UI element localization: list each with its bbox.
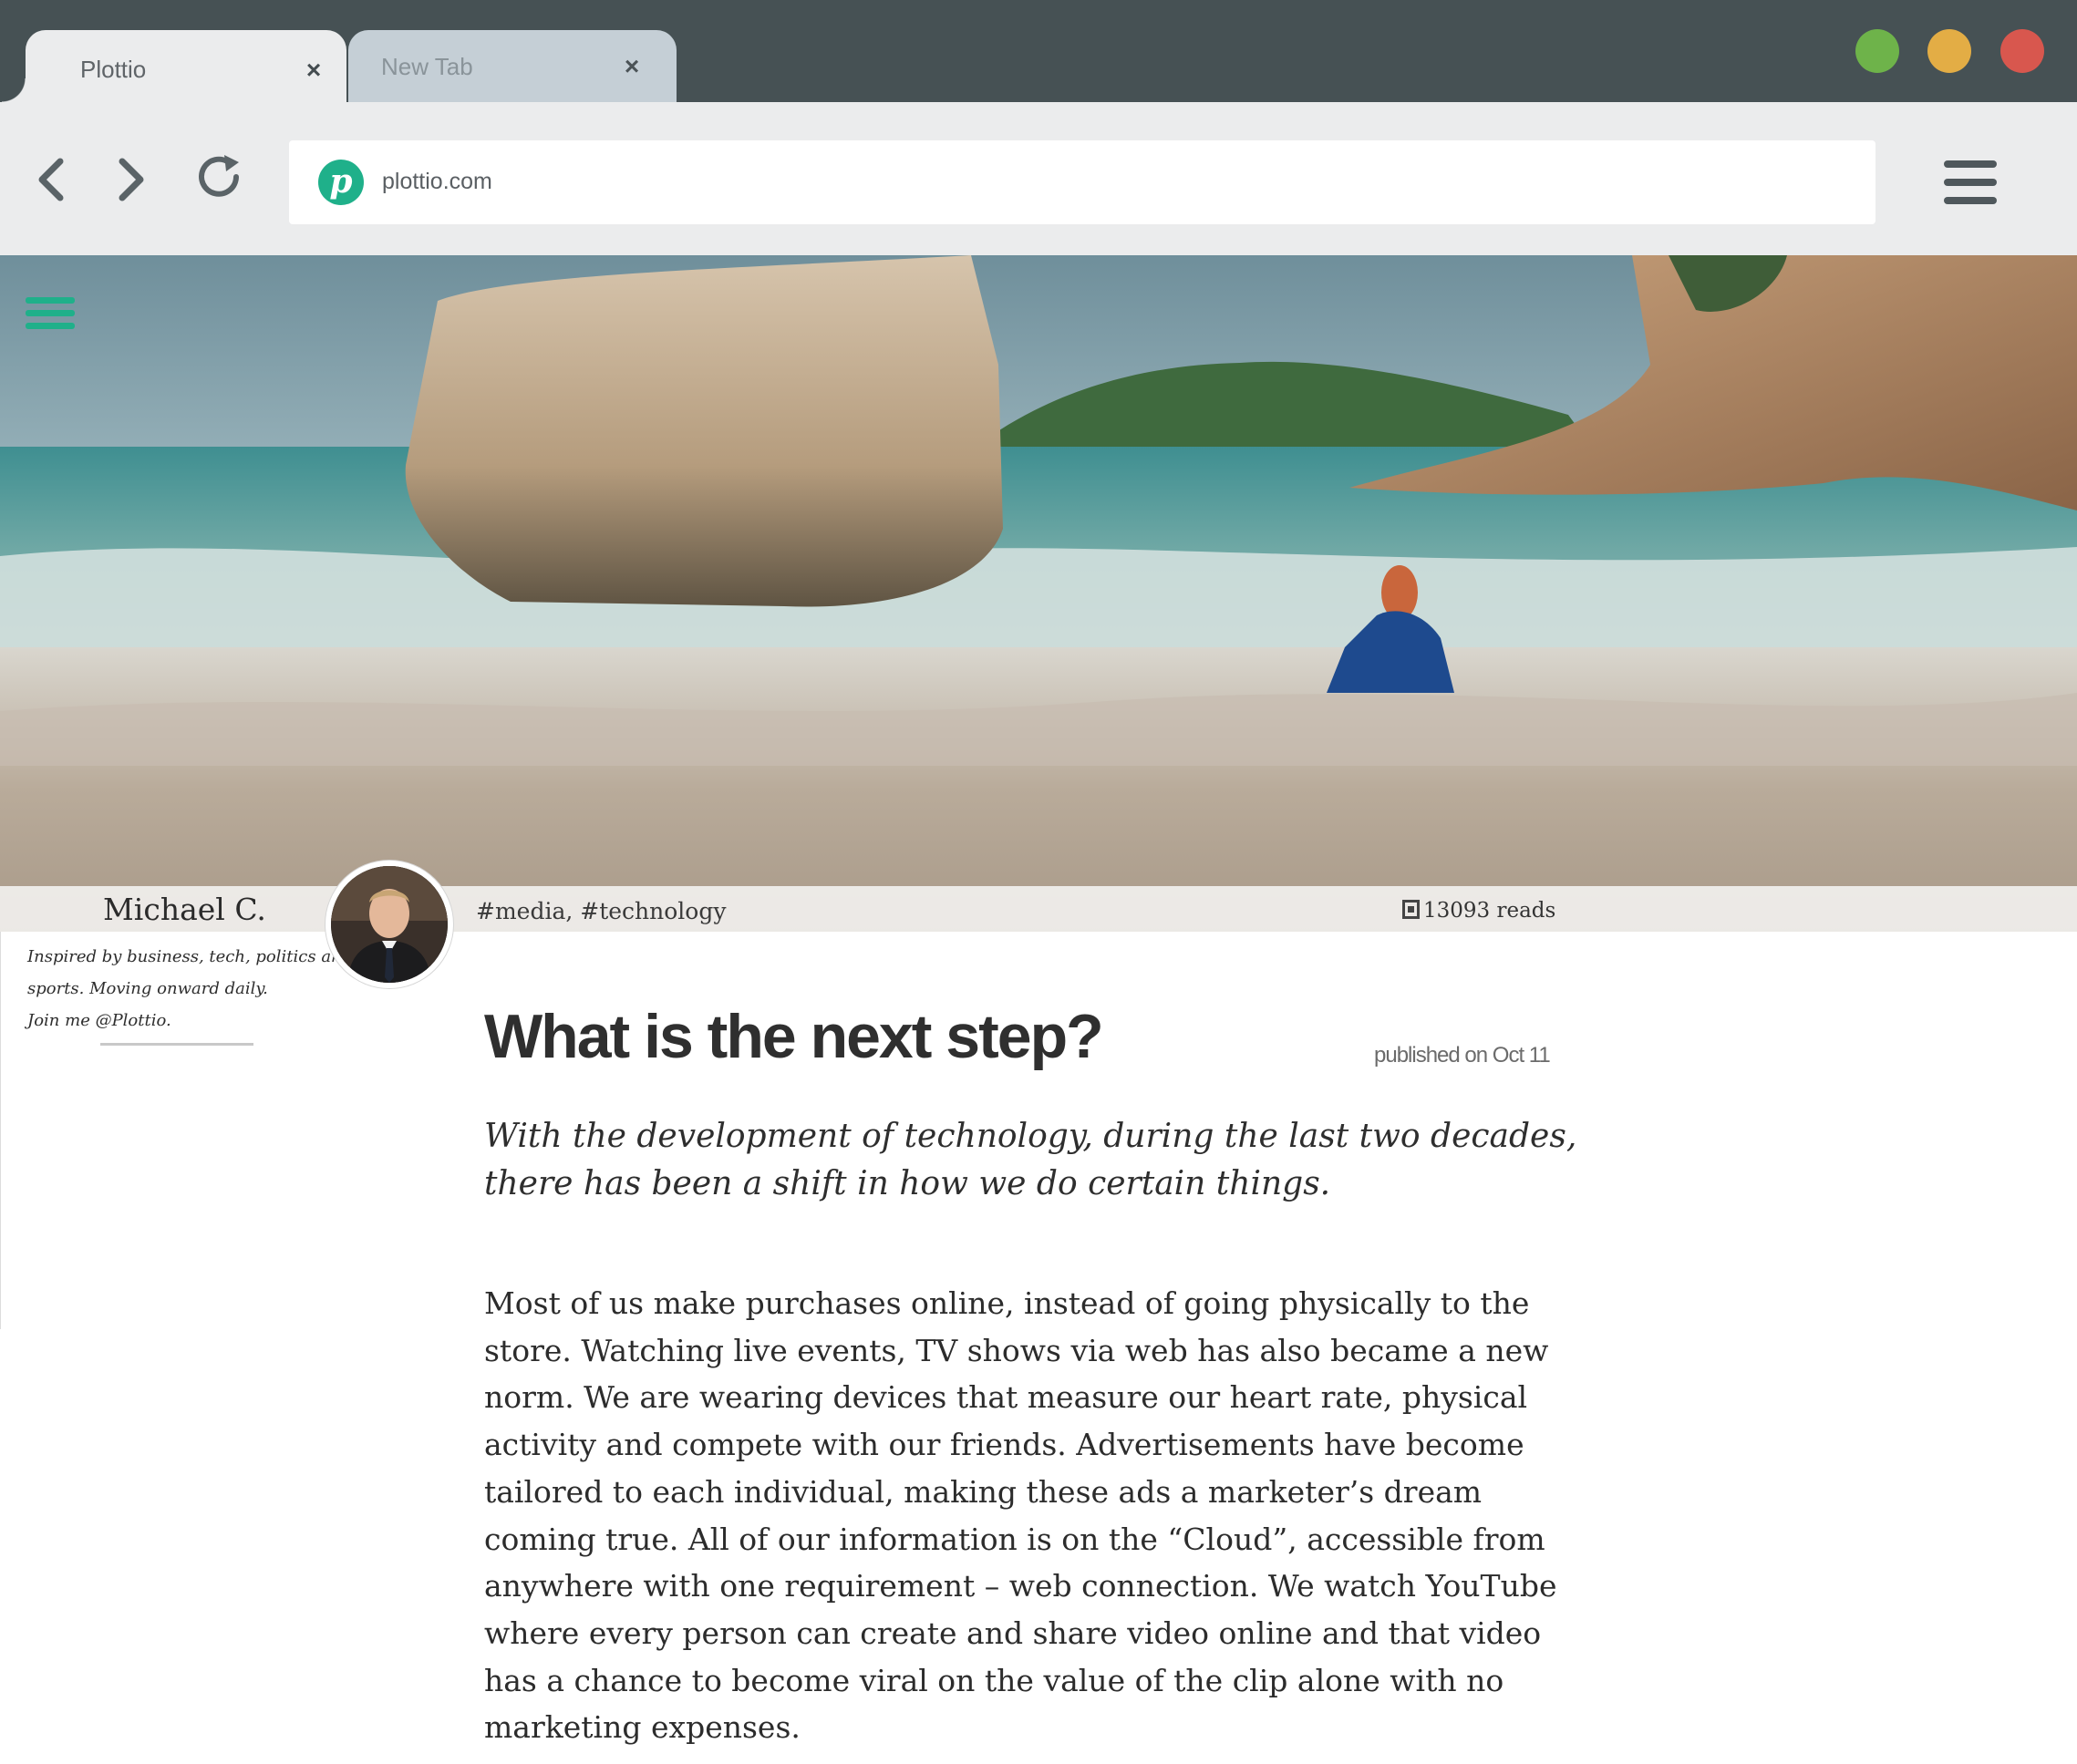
author-bio-line: sports. Moving onward daily. <box>27 979 268 998</box>
body-line: anywhere with one requirement – web conn… <box>484 1568 1557 1604</box>
beach-photo <box>0 255 2077 932</box>
author-name[interactable]: Michael C. <box>103 892 266 927</box>
article-title: What is the next step? <box>484 1002 1104 1071</box>
lead-line: With the development of technology, duri… <box>484 1118 1577 1155</box>
body-line: coming true. All of our information is o… <box>484 1521 1545 1557</box>
close-tab-icon[interactable]: × <box>614 48 650 85</box>
author-avatar[interactable] <box>326 861 453 988</box>
body-line: where every person can create and share … <box>484 1614 1542 1651</box>
browser-menu-button[interactable] <box>1944 160 1997 204</box>
lead-line: there has been a shift in how we do cert… <box>484 1165 1331 1202</box>
close-tab-icon[interactable]: × <box>295 52 332 88</box>
author-bio-line: Join me @Plottio. <box>27 1011 171 1030</box>
close-window-button[interactable] <box>2000 29 2044 73</box>
hamburger-icon-bar <box>26 297 75 304</box>
chevron-left-icon <box>38 158 64 201</box>
tab-plottio[interactable]: Plottio × <box>2 30 346 102</box>
hamburger-icon-bar <box>26 323 75 329</box>
reload-icon <box>199 155 239 197</box>
tab-new-tab[interactable]: New Tab × <box>348 30 677 102</box>
person-icon <box>331 866 448 983</box>
article-meta-strip <box>0 886 2077 932</box>
address-bar[interactable]: p plottio.com <box>289 140 1876 224</box>
hero-image <box>0 255 2077 932</box>
book-icon <box>1402 900 1420 919</box>
article-body: Most of us make purchases online, instea… <box>484 1280 1669 1751</box>
body-line: marketing expenses. <box>484 1709 801 1746</box>
body-line: Most of us make purchases online, instea… <box>484 1285 1530 1321</box>
divider <box>100 1043 253 1046</box>
author-bio-line: Inspired by business, tech, politics and <box>27 947 353 966</box>
tab-label: New Tab <box>381 53 473 80</box>
tab-label: Plottio <box>80 56 147 83</box>
article-lead: With the development of technology, duri… <box>484 1113 1606 1208</box>
minimize-window-button[interactable] <box>1927 29 1971 73</box>
hamburger-icon-bar <box>1944 197 1997 204</box>
read-count-text: 13093 reads <box>1423 899 1556 923</box>
hamburger-icon-bar <box>1944 179 1997 186</box>
hamburger-icon-bar <box>26 310 75 316</box>
url-text[interactable]: plottio.com <box>382 169 492 195</box>
body-line: activity and compete with our friends. A… <box>484 1427 1524 1463</box>
hamburger-icon-bar <box>1944 160 1997 168</box>
sidebar-divider <box>0 932 1 1329</box>
article-tags[interactable]: #media, #technology <box>476 898 726 924</box>
browser-toolbar: p plottio.com <box>0 102 2077 255</box>
read-count: 13093 reads <box>1402 899 1555 923</box>
maximize-window-button[interactable] <box>1855 29 1899 73</box>
body-line: tailored to each individual, making thes… <box>484 1473 1483 1510</box>
body-line: has a chance to become viral on the valu… <box>484 1662 1504 1698</box>
plottio-logo-icon: p <box>318 160 364 205</box>
author-bio: Inspired by business, tech, politics and… <box>27 941 353 1037</box>
forward-button[interactable] <box>102 152 157 207</box>
published-date: published on Oct 11 <box>1374 1043 1551 1068</box>
back-button[interactable] <box>26 152 80 207</box>
chevron-right-icon <box>119 158 144 201</box>
body-line: store. Watching live events, TV shows vi… <box>484 1332 1549 1368</box>
page-menu-button[interactable] <box>26 297 75 334</box>
body-line: norm. We are wearing devices that measur… <box>484 1379 1528 1416</box>
reload-button[interactable] <box>193 150 248 204</box>
browser-titlebar: Plottio × New Tab × <box>0 0 2077 102</box>
